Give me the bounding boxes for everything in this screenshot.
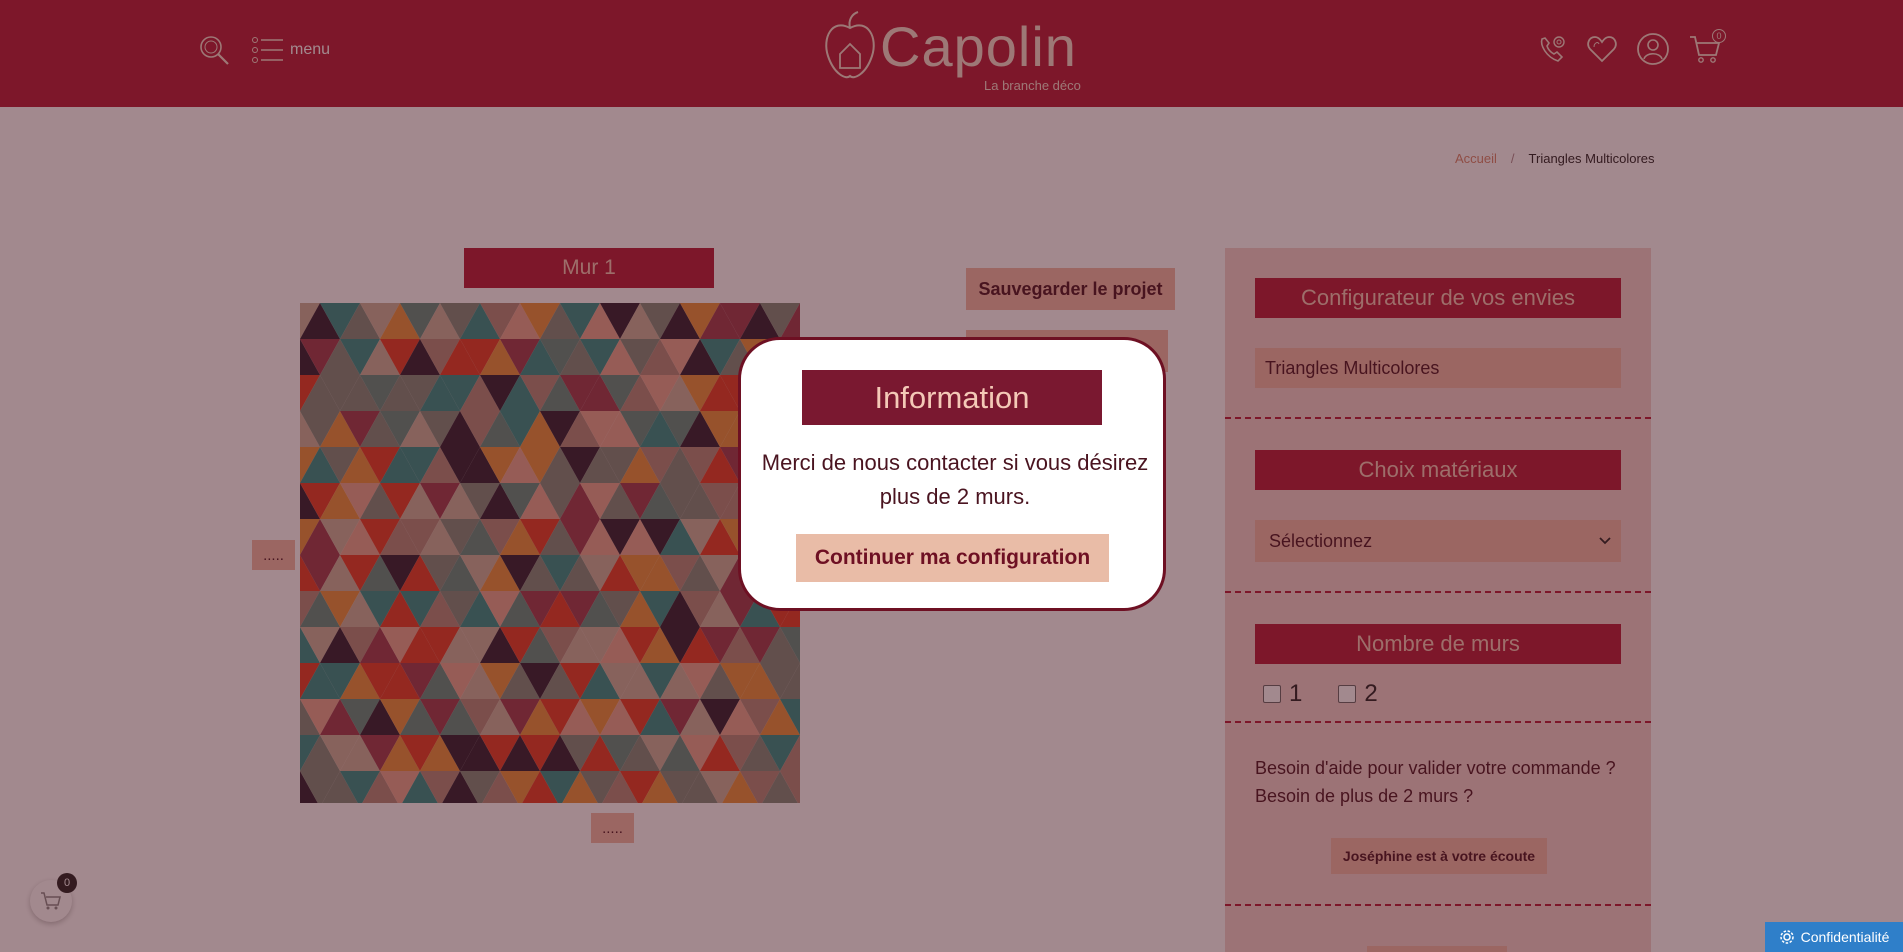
information-modal: Information Merci de nous contacter si v… <box>738 337 1166 611</box>
modal-message: Merci de nous contacter si vous désirez … <box>761 450 1149 509</box>
privacy-button[interactable]: Confidentialité <box>1765 922 1903 952</box>
modal-title: Information <box>802 370 1102 425</box>
privacy-label: Confidentialité <box>1800 929 1890 945</box>
gear-icon <box>1779 930 1794 944</box>
continue-configuration-button[interactable]: Continuer ma configuration <box>796 534 1109 582</box>
